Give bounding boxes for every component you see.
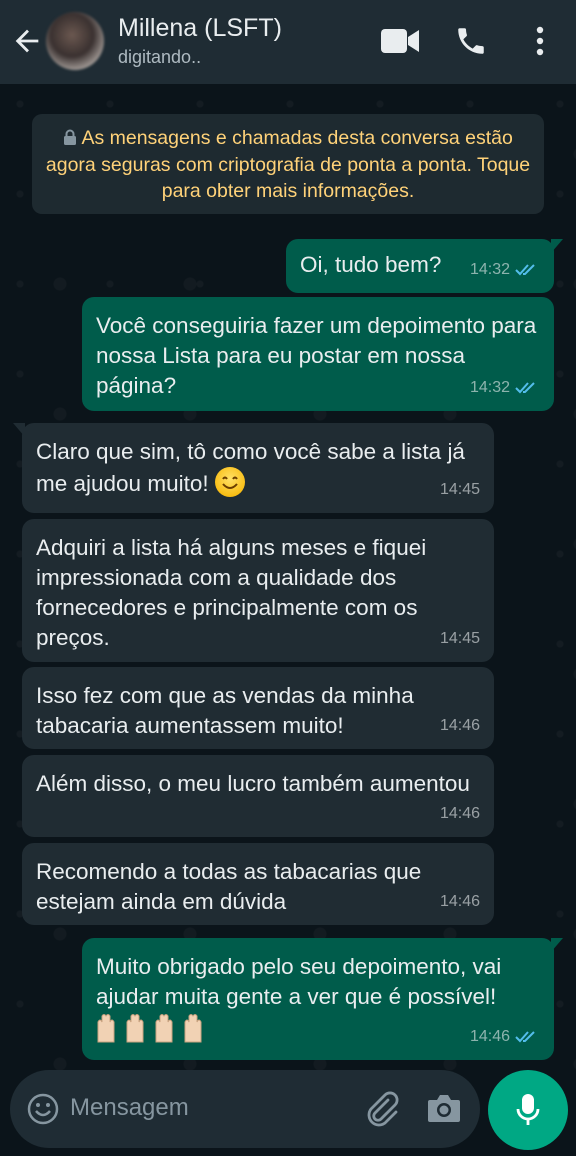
- message-bubble-incoming[interactable]: Claro que sim, tô como você sabe a lista…: [13, 423, 494, 513]
- back-arrow-icon[interactable]: [10, 24, 44, 58]
- message-time: 14:46: [439, 805, 480, 822]
- chat-header: Millena (LSFT) digitando..: [0, 0, 576, 84]
- message-text: Isso fez com que as vendas da minha taba…: [36, 683, 414, 738]
- message-bubble-outgoing[interactable]: Você conseguiria fazer um depoimento par…: [82, 297, 554, 411]
- lock-icon: [63, 126, 77, 152]
- message-text: Adquiri a lista há alguns meses e fiquei…: [36, 535, 427, 650]
- message-bubble-incoming[interactable]: Adquiri a lista há alguns meses e fiquei…: [22, 519, 494, 662]
- smiling-face-emoji-icon: [214, 467, 245, 497]
- message-meta: 14:45: [440, 624, 480, 654]
- message-time: 14:32: [469, 379, 510, 396]
- video-call-icon[interactable]: [380, 26, 420, 56]
- bubble-tail: [551, 239, 563, 253]
- avatar[interactable]: [46, 12, 104, 70]
- camera-icon[interactable]: [426, 1092, 462, 1124]
- message-bubble-incoming[interactable]: Além disso, o meu lucro também aumentou …: [22, 755, 494, 837]
- message-text: Oi, tudo bem?: [300, 252, 442, 277]
- message-time: 14:45: [439, 481, 480, 498]
- raising-hands-emoji-icon: [96, 1012, 214, 1052]
- contact-status: digitando..: [118, 47, 202, 67]
- bubble-tail: [551, 938, 563, 952]
- message-time: 14:45: [439, 630, 480, 647]
- mic-icon: [516, 1094, 540, 1125]
- message-meta: 14:32: [470, 255, 540, 285]
- message-meta: 14:46: [440, 711, 480, 741]
- more-vert-icon[interactable]: [530, 24, 550, 58]
- bubble-tail: [13, 423, 25, 437]
- message-bubble-outgoing[interactable]: Muito obrigado pelo seu depoimento, vai …: [82, 938, 563, 1060]
- message-meta: 14:46: [440, 799, 480, 829]
- message-bubble-incoming[interactable]: Isso fez com que as vendas da minha taba…: [22, 667, 494, 749]
- message-time: 14:46: [439, 717, 480, 734]
- read-receipt-icon: [515, 382, 535, 394]
- emoji-icon[interactable]: [26, 1092, 60, 1126]
- encryption-notice-text: As mensagens e chamadas desta conversa e…: [45, 127, 531, 202]
- read-receipt-icon: [515, 264, 535, 276]
- attach-icon[interactable]: [364, 1090, 400, 1128]
- message-text: Muito obrigado pelo seu depoimento, vai …: [96, 954, 502, 1009]
- message-time: 14:32: [469, 261, 510, 278]
- encryption-notice[interactable]: As mensagens e chamadas desta conversa e…: [32, 114, 544, 214]
- message-text: Além disso, o meu lucro também aumentou: [36, 771, 470, 796]
- contact-name[interactable]: Millena (LSFT): [118, 14, 282, 43]
- phone-icon[interactable]: [454, 24, 488, 58]
- message-input-bar[interactable]: Mensagem: [10, 1070, 480, 1148]
- message-time: 14:46: [469, 1028, 510, 1045]
- read-receipt-icon: [515, 1031, 535, 1043]
- message-bubble-incoming[interactable]: Recomendo a todas as tabacarias que este…: [22, 843, 494, 925]
- message-time: 14:46: [439, 893, 480, 910]
- message-meta: 14:46: [470, 1022, 540, 1052]
- message-text: Recomendo a todas as tabacarias que este…: [36, 859, 422, 914]
- message-input[interactable]: Mensagem: [70, 1094, 189, 1122]
- message-meta: 14:45: [440, 475, 480, 505]
- mic-button[interactable]: [488, 1070, 568, 1150]
- message-bubble-outgoing[interactable]: Oi, tudo bem? 14:32: [286, 239, 563, 293]
- message-meta: 14:46: [440, 887, 480, 917]
- message-meta: 14:32: [470, 373, 540, 403]
- message-text: Claro que sim, tô como você sabe a lista…: [36, 439, 465, 496]
